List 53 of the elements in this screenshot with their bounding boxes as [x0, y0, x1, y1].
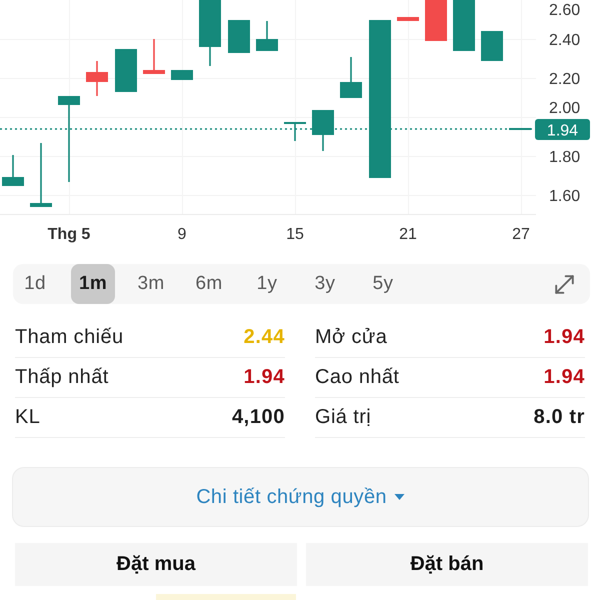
- period-tab[interactable]: 1d: [13, 264, 57, 304]
- period-tab[interactable]: 3m: [129, 264, 173, 304]
- x-axis-label: 27: [512, 226, 530, 243]
- candlestick: [509, 128, 531, 130]
- stat-label: Thấp nhất: [15, 366, 109, 389]
- candlestick: [30, 143, 52, 207]
- order-button[interactable]: Đặt bán: [306, 543, 588, 586]
- order-button[interactable]: Đặt mua: [15, 543, 297, 586]
- period-tab[interactable]: 3y: [303, 264, 347, 304]
- stat-value: 8.0 tr: [534, 406, 585, 429]
- period-tab[interactable]: 1y: [245, 264, 289, 304]
- candlestick: [425, 0, 447, 41]
- period-tab[interactable]: 1m: [71, 264, 115, 304]
- candlestick: [397, 17, 419, 21]
- price-label: 1.94: [535, 119, 590, 140]
- stat-label: Cao nhất: [315, 366, 400, 389]
- stat-label: KL: [15, 406, 40, 429]
- period-tab[interactable]: 6m: [187, 264, 231, 304]
- y-axis-label: 2.20: [549, 71, 580, 88]
- details-button[interactable]: Chi tiết chứng quyền: [12, 467, 589, 527]
- x-axis-label: 21: [399, 226, 417, 243]
- expand-icon[interactable]: [555, 274, 574, 294]
- stat-value: 2.44: [244, 326, 285, 349]
- stat-value: 1.94: [544, 326, 585, 349]
- y-axis-label: 1.60: [549, 188, 580, 205]
- candlestick: [2, 155, 24, 186]
- y-axis-label: 2.60: [549, 2, 580, 19]
- candlestick: [143, 39, 165, 74]
- caret-down-icon: [394, 494, 405, 500]
- candlestick: [256, 21, 278, 51]
- period-tab[interactable]: 5y: [361, 264, 405, 304]
- candlestick: [453, 0, 475, 51]
- candlestick: [228, 20, 250, 53]
- candlestick: [86, 61, 108, 96]
- candlestick: [312, 110, 334, 151]
- x-axis-label: 15: [286, 226, 304, 243]
- stat-label: Tham chiếu: [15, 326, 124, 349]
- x-axis-label: 9: [178, 226, 186, 243]
- candlestick: [340, 57, 362, 98]
- candlestick: [171, 70, 193, 80]
- candlestick: [481, 31, 503, 61]
- y-axis-label: 1.80: [549, 149, 580, 166]
- stat-label: Mở cửa: [315, 326, 388, 349]
- x-axis-label: Thg 5: [48, 226, 90, 243]
- candlestick: [199, 0, 221, 66]
- candlestick: [284, 122, 306, 141]
- stat-value: 4,100: [232, 406, 285, 429]
- y-axis-label: 2.40: [549, 32, 580, 49]
- stat-value: 1.94: [244, 366, 285, 389]
- y-axis-label: 2.00: [549, 100, 580, 117]
- stat-label: Giá trị: [315, 406, 372, 429]
- candlestick: [115, 49, 137, 92]
- stat-value: 1.94: [544, 366, 585, 389]
